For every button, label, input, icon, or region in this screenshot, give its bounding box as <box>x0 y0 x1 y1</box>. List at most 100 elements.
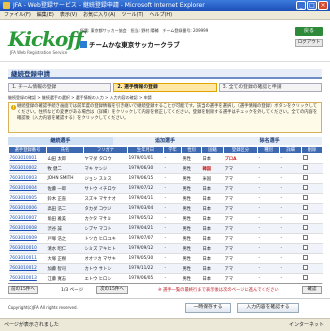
cell-nat: 日本 <box>201 213 224 224</box>
player-id-link[interactable]: 7603010012 <box>8 263 47 274</box>
menu-file[interactable]: ファイル(F) <box>4 11 31 19</box>
cell-delete <box>301 243 323 254</box>
cell-delete <box>301 203 323 214</box>
save-draft-button[interactable]: 一時保存する <box>185 303 231 313</box>
delete-checkbox[interactable] <box>302 215 308 220</box>
delete-checkbox[interactable] <box>302 165 308 170</box>
cell-name: 大塚 正樹 <box>46 253 84 264</box>
cell-cls: - <box>257 213 280 224</box>
next-page-button[interactable]: 次の15件へ <box>96 286 128 294</box>
cell-delete <box>301 273 323 284</box>
cell-nat: 韓国 <box>201 163 224 174</box>
cell-name: 江藤 寛志 <box>46 273 84 284</box>
menu-bar: ファイル(F) 編集(E) 表示(V) お気に入り(A) ツール(T) ヘルプ(… <box>0 11 330 20</box>
cell-nat: 日本 <box>201 193 224 204</box>
status-bar: ページが表示されました インターネット <box>0 318 330 331</box>
step-player-info: 2. 選手情報の登録 <box>113 83 217 92</box>
cell-dob: 1979/01/01 <box>127 153 164 164</box>
delete-checkbox[interactable] <box>302 275 308 280</box>
minimize-button[interactable]: _ <box>296 1 306 10</box>
cell-cat: アマ <box>223 253 258 264</box>
menu-help[interactable]: ヘルプ(H) <box>149 11 172 19</box>
prev-page-button[interactable]: 前の15件へ <box>8 286 38 294</box>
header-meta: 所属: 東京都サッカー協会 担当: 野村 陽輔 チーム登録番号: 209999 <box>80 28 209 33</box>
player-id-link[interactable]: 7603010009 <box>8 233 47 244</box>
cell-nat: 日本 <box>201 243 224 254</box>
cell-delete <box>301 173 323 184</box>
table-row: 7603010003 JOHN SMITH ジョン スミス 1979/06/15- 男性… <box>8 173 323 184</box>
delete-checkbox[interactable] <box>302 265 308 270</box>
cell-kana: サトウ イチロウ <box>83 183 128 194</box>
kickoff-logo: Kickoff <box>8 27 84 51</box>
delete-checkbox[interactable] <box>302 175 308 180</box>
cell-cls: - <box>257 253 280 264</box>
cell-sex: 男性 <box>181 183 202 194</box>
player-id-link[interactable]: 7603010013 <box>8 273 47 284</box>
cell-det: - <box>279 163 302 174</box>
delete-checkbox[interactable] <box>302 245 308 250</box>
cell-cat: アマ <box>223 233 258 244</box>
cell-delete <box>301 263 323 274</box>
close-button[interactable]: × <box>318 1 328 10</box>
player-id-link[interactable]: 7603010011 <box>8 253 47 264</box>
tab-continuing-players[interactable]: 継続選手 <box>8 137 113 145</box>
cell-name: 高田 浩二 <box>46 203 84 214</box>
confirm-input-button[interactable]: 入力内容を確認する <box>237 303 299 313</box>
delete-checkbox[interactable] <box>302 205 308 210</box>
cell-delete <box>301 193 323 204</box>
cell-cat: アマ <box>223 223 258 234</box>
delete-checkbox[interactable] <box>302 225 308 230</box>
player-id-link[interactable]: 7603010010 <box>8 243 47 254</box>
club-name: チームかな東京サッカークラブ <box>80 39 180 49</box>
player-id-link[interactable]: 7603010002 <box>8 163 47 174</box>
cell-sex: 男性 <box>181 193 202 204</box>
cell-dob: 1979/07/07 <box>127 233 164 244</box>
window-titlebar: JFA - Web登録サービス - 継続登録申請 - Microsoft Int… <box>0 0 330 11</box>
cell-name: 鈴木 正直 <box>46 193 84 204</box>
cell-cls: - <box>257 223 280 234</box>
tab-added-players[interactable]: 追加選手 <box>112 137 218 145</box>
player-id-link[interactable]: 7603010008 <box>8 223 47 234</box>
cell-delete <box>301 153 323 164</box>
cell-grade: - <box>163 223 182 234</box>
cell-grade: - <box>163 203 182 214</box>
cell-grade: - <box>163 233 182 244</box>
cell-cat: アマ <box>223 183 258 194</box>
column-header: フリガナ <box>83 146 128 154</box>
player-id-link[interactable]: 7603010007 <box>8 213 47 224</box>
column-header: 選手登録番号 <box>8 146 47 154</box>
page-title: 継続登録申請 <box>8 69 322 79</box>
back-button[interactable]: 戻る <box>295 27 323 36</box>
cell-delete <box>301 233 323 244</box>
column-header: 種別 <box>257 146 280 154</box>
cell-det: - <box>279 193 302 204</box>
tab-removed-players[interactable]: 除名選手 <box>217 137 323 145</box>
cell-name: 佐藤 一郎 <box>46 183 84 194</box>
delete-checkbox[interactable] <box>302 185 308 190</box>
confirm-button[interactable]: 確認 <box>302 286 322 294</box>
step-indicator: 1. チーム情報の登録 2. 選手情報の登録 3. 全ての登録の確認と申請 <box>8 83 322 92</box>
cell-dob: 1979/11/22 <box>127 263 164 274</box>
delete-checkbox[interactable] <box>302 155 308 160</box>
menu-view[interactable]: 表示(V) <box>60 11 77 19</box>
delete-checkbox[interactable] <box>302 235 308 240</box>
delete-checkbox[interactable] <box>302 195 308 200</box>
player-id-link[interactable]: 7603010004 <box>8 183 47 194</box>
step-confirm: 3. 全ての登録の確認と申請 <box>218 83 322 92</box>
menu-favorites[interactable]: お気に入り(A) <box>83 11 115 19</box>
menu-tools[interactable]: ツール(T) <box>122 11 144 19</box>
player-id-link[interactable]: 7603010001 <box>8 153 47 164</box>
cell-dob: 1979/06/30 <box>127 163 164 174</box>
logout-button[interactable]: ログアウト <box>295 39 323 47</box>
delete-checkbox[interactable] <box>302 255 308 260</box>
player-id-link[interactable]: 7603010006 <box>8 203 47 214</box>
cell-name: 渋谷 誠 <box>46 223 84 234</box>
cell-grade: - <box>163 253 182 264</box>
cell-det: - <box>279 183 302 194</box>
player-id-link[interactable]: 7603010005 <box>8 193 47 204</box>
maximize-button[interactable]: □ <box>307 1 317 10</box>
menu-edit[interactable]: 編集(E) <box>37 11 54 19</box>
player-id-link[interactable]: 7603010003 <box>8 173 47 184</box>
pager: 前の15件へ 1/3 ページ 次の15件へ ※ 選手一覧の最終行まで表示後は次の… <box>8 283 322 294</box>
cell-nat: 日本 <box>201 263 224 274</box>
